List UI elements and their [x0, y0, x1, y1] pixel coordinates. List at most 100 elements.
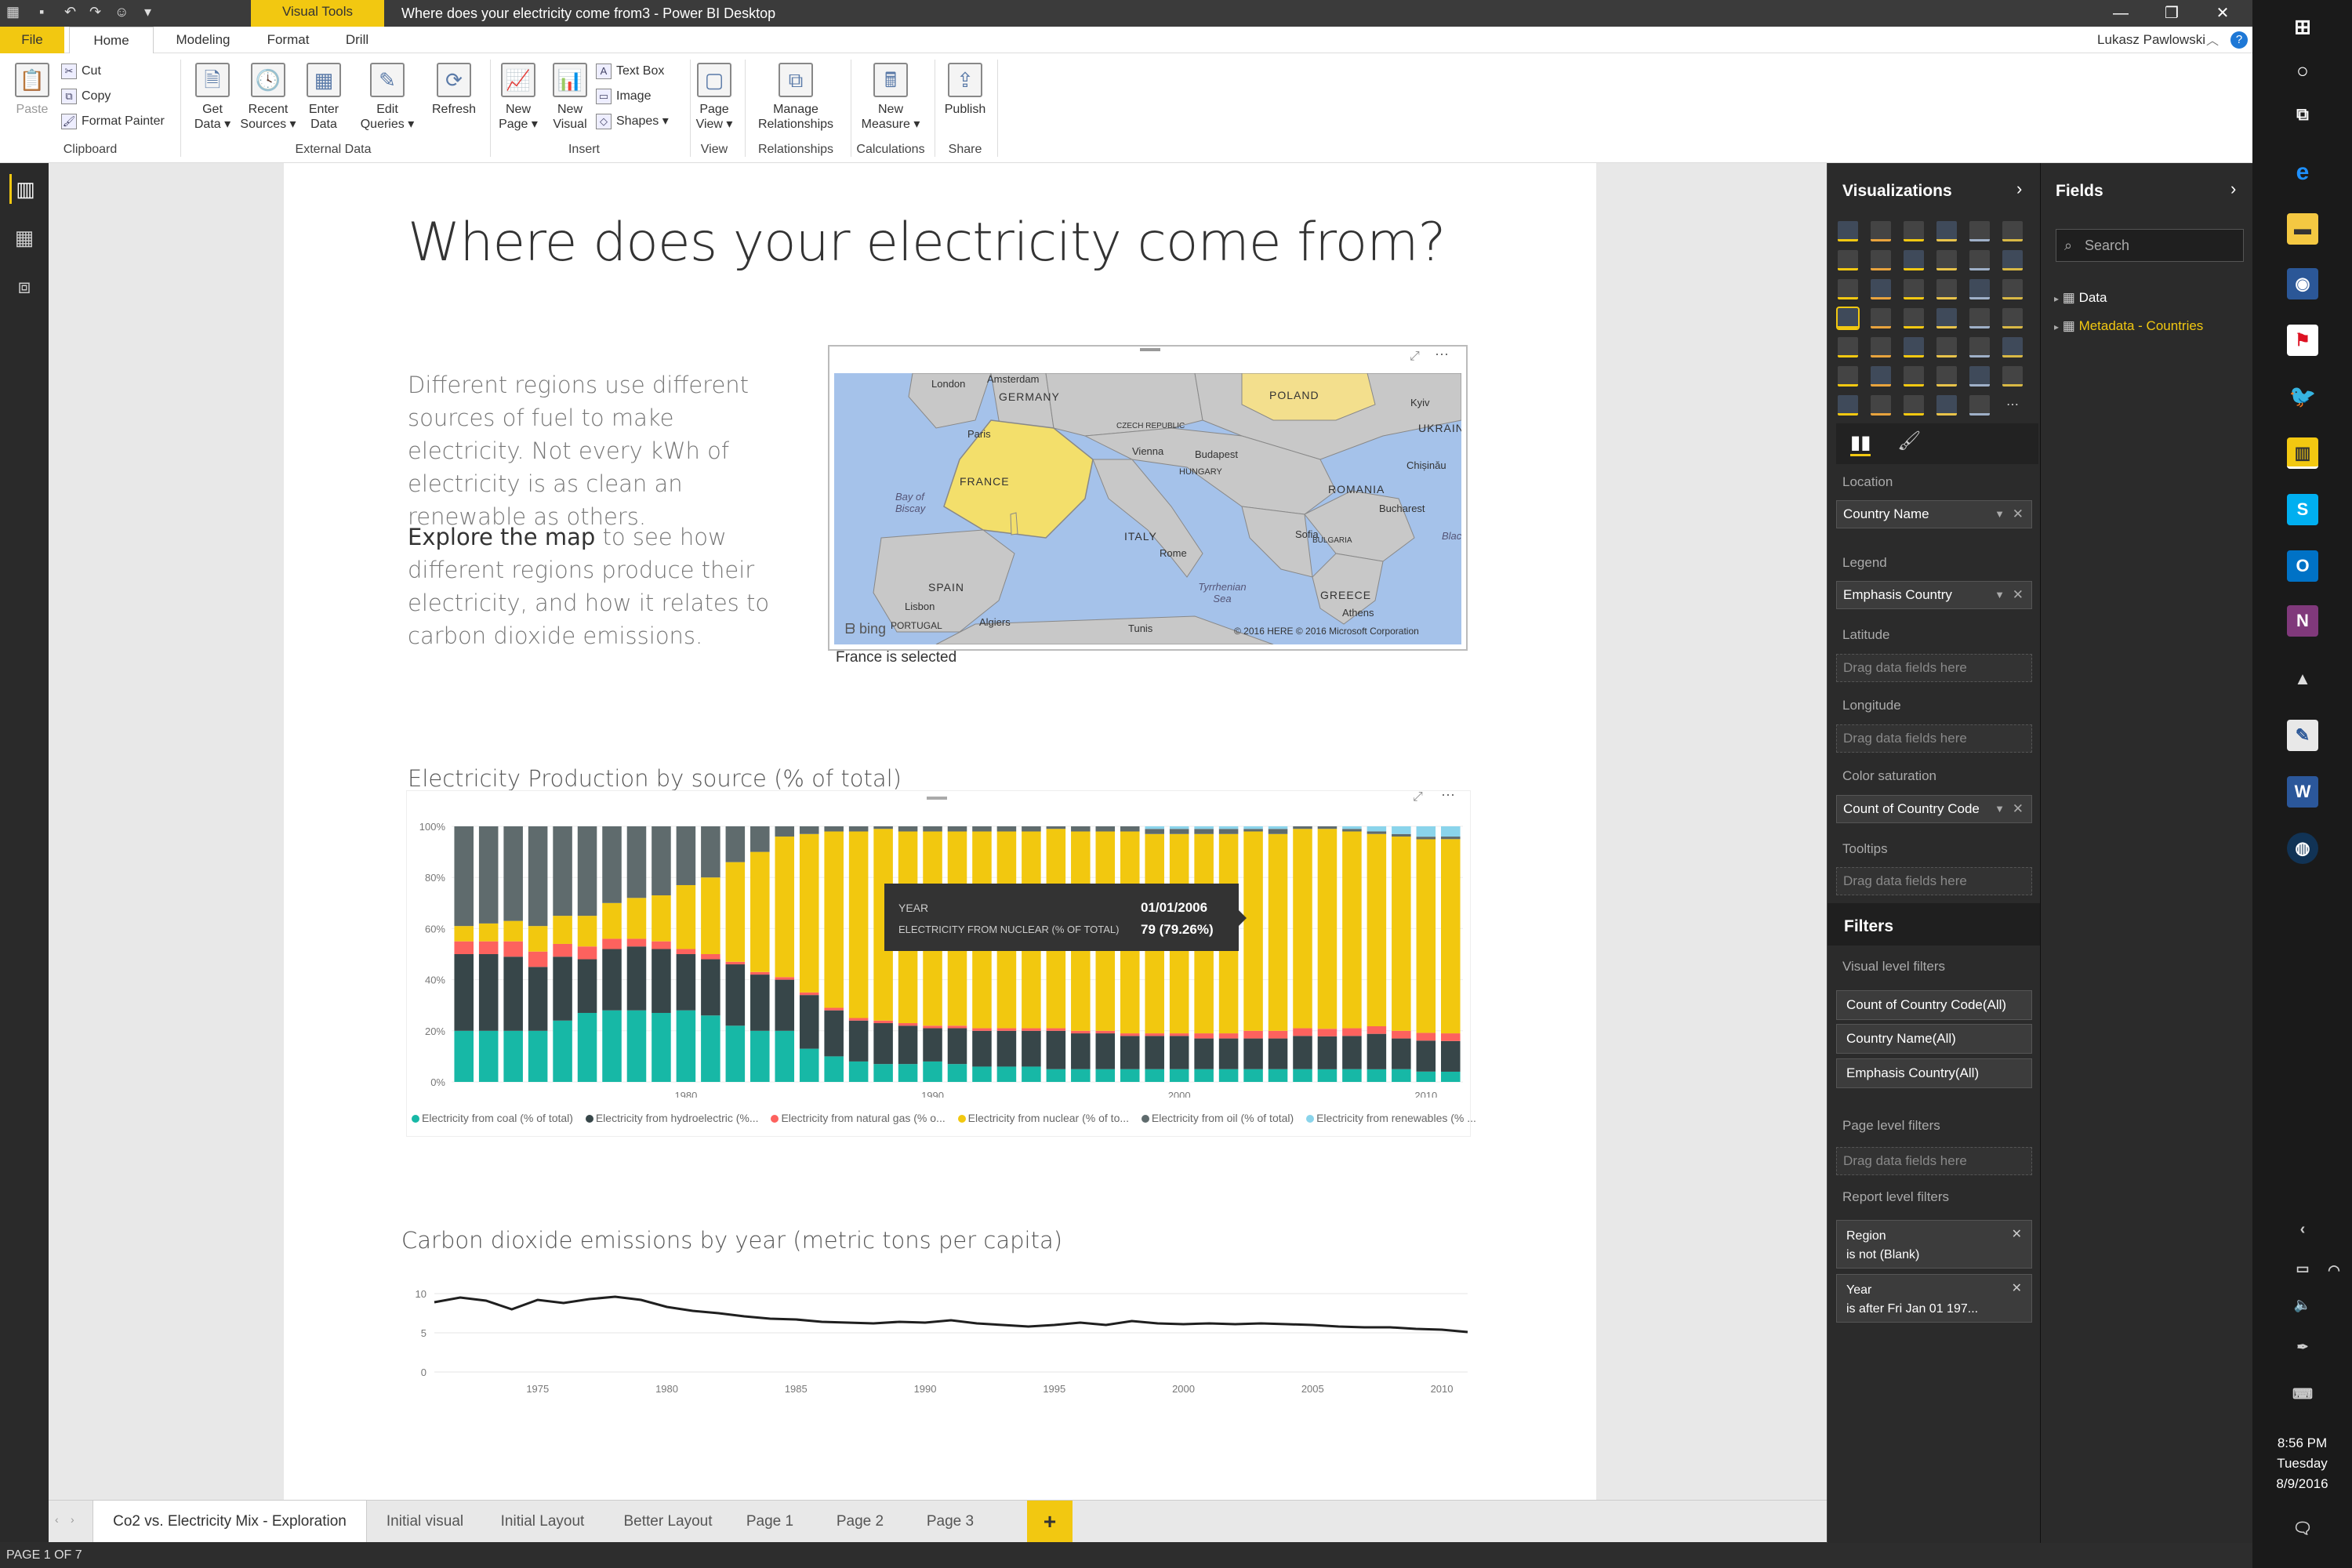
- page-view-button[interactable]: ▢ Page View ▾: [690, 63, 739, 132]
- page-tab-initial-layout[interactable]: Initial Layout: [484, 1501, 601, 1543]
- show-hidden-icons-icon[interactable]: ‹: [2287, 1214, 2318, 1245]
- manage-relationships-button[interactable]: ⧉ Manage Relationships: [753, 63, 839, 132]
- tab-drill[interactable]: Drill: [328, 27, 387, 53]
- chevron-down-icon[interactable]: ▼: [1994, 796, 2005, 822]
- visual-type-tile[interactable]: [1969, 279, 1990, 299]
- visual-type-tile[interactable]: [1838, 395, 1858, 416]
- visual-type-tile[interactable]: [1936, 308, 1957, 328]
- copy-button[interactable]: ⧉ Copy: [61, 88, 111, 105]
- visual-type-tile[interactable]: [2002, 337, 2023, 358]
- word-icon[interactable]: W: [2287, 776, 2318, 808]
- scroll-right-icon[interactable]: ›: [71, 1513, 74, 1526]
- remove-field-icon[interactable]: ✕: [2013, 582, 2024, 608]
- pen-icon[interactable]: ✒: [2287, 1331, 2318, 1363]
- field-table-metadata-countries[interactable]: ▸ ▦ Metadata - Countries: [2054, 318, 2203, 334]
- visual-type-tile[interactable]: [1936, 279, 1957, 299]
- add-page-button[interactable]: +: [1027, 1501, 1073, 1543]
- visual-type-tile[interactable]: [1836, 307, 1860, 330]
- visual-type-tile[interactable]: [1969, 221, 1990, 241]
- action-center-icon[interactable]: 🗨: [2287, 1513, 2318, 1544]
- page-tab-page-3[interactable]: Page 3: [911, 1501, 989, 1543]
- filter-year[interactable]: Year is after Fri Jan 01 197... ✕: [1836, 1274, 2032, 1323]
- page-tab-initial-visual[interactable]: Initial visual: [370, 1501, 480, 1543]
- visual-type-tile[interactable]: [1871, 221, 1891, 241]
- edit-queries-button[interactable]: ✎ Edit Queries ▾: [359, 63, 416, 132]
- collapse-ribbon-icon[interactable]: ︿: [2206, 30, 2219, 49]
- collapse-fields-icon[interactable]: ›: [2230, 179, 2236, 199]
- image-button[interactable]: ▭ Image: [596, 88, 651, 105]
- edge-browser-icon[interactable]: e: [2287, 157, 2318, 188]
- visual-type-tile[interactable]: [2002, 250, 2023, 270]
- legend-item[interactable]: Electricity from renewables (% ...: [1306, 1112, 1476, 1124]
- visual-type-tile[interactable]: [1871, 279, 1891, 299]
- visual-type-tile[interactable]: [1838, 221, 1858, 241]
- smiley-feedback-icon[interactable]: ☺: [114, 4, 129, 20]
- visual-type-tile[interactable]: [1936, 395, 1957, 416]
- visual-type-tile[interactable]: [1904, 221, 1924, 241]
- visual-type-tile[interactable]: [1838, 250, 1858, 270]
- outlook-icon[interactable]: ◉: [2287, 268, 2318, 299]
- format-paintroller-icon[interactable]: 🖌: [1897, 430, 1921, 452]
- visual-type-tile[interactable]: [1936, 221, 1957, 241]
- remove-field-icon[interactable]: ✕: [2013, 796, 2024, 822]
- visual-type-tile[interactable]: [1969, 337, 1990, 358]
- visual-type-tile[interactable]: [1936, 366, 1957, 387]
- visual-type-tile[interactable]: [1871, 395, 1891, 416]
- tab-modeling[interactable]: Modeling: [161, 27, 245, 53]
- visual-type-tile[interactable]: [1871, 337, 1891, 358]
- focus-mode-icon[interactable]: ⤢: [1410, 350, 1420, 364]
- legend-well[interactable]: Emphasis Country ▼ ✕: [1836, 581, 2032, 609]
- legend-item[interactable]: Electricity from coal (% of total): [412, 1112, 573, 1124]
- fields-well-icon[interactable]: ▮▮: [1850, 431, 1871, 456]
- collapse-visualizations-icon[interactable]: ›: [2016, 179, 2022, 199]
- visual-type-tile[interactable]: [1904, 395, 1924, 416]
- visual-type-tile[interactable]: [2002, 279, 2023, 299]
- publish-button[interactable]: ⇪ Publish: [939, 63, 991, 117]
- refresh-button[interactable]: ⟳ Refresh: [426, 63, 481, 117]
- volume-icon[interactable]: 🔈: [2287, 1289, 2318, 1320]
- visual-type-tile[interactable]: [1904, 337, 1924, 358]
- filter-count-country-code[interactable]: Count of Country Code(All): [1836, 990, 2032, 1020]
- visual-type-tile[interactable]: [1936, 250, 1957, 270]
- tab-home[interactable]: Home: [69, 27, 154, 53]
- legend-item[interactable]: Electricity from nuclear (% of to...: [957, 1112, 1129, 1124]
- focus-mode-icon[interactable]: ⤢: [1413, 790, 1423, 804]
- visual-type-tile[interactable]: [1904, 308, 1924, 328]
- keyboard-icon[interactable]: ⌨: [2287, 1378, 2318, 1410]
- data-view-icon[interactable]: ▦: [9, 223, 39, 252]
- visual-type-tile[interactable]: [1904, 366, 1924, 387]
- save-icon[interactable]: ▪: [39, 4, 44, 20]
- color-saturation-well[interactable]: Count of Country Code ▼ ✕: [1836, 795, 2032, 823]
- visual-type-tile[interactable]: [1838, 279, 1858, 299]
- electricity-stacked-bar-chart[interactable]: 0% 20% 40% 60% 80% 100% 1980 1990 2000 2010: [406, 808, 1471, 1098]
- enter-data-button[interactable]: ▦ Enter Data: [299, 63, 348, 132]
- filter-emphasis-country[interactable]: Emphasis Country(All): [1836, 1058, 2032, 1088]
- legend-item[interactable]: Electricity from hydroelectric (%...: [585, 1112, 759, 1124]
- visual-type-tile[interactable]: [1838, 366, 1858, 387]
- cortana-icon[interactable]: ○: [2287, 55, 2318, 86]
- page-level-filters-well[interactable]: Drag data fields here: [1836, 1147, 2032, 1175]
- field-table-data[interactable]: ▸ ▦ Data: [2054, 290, 2107, 306]
- drag-handle-icon[interactable]: [927, 797, 947, 800]
- visual-type-tile[interactable]: [1871, 366, 1891, 387]
- app-icon[interactable]: ◍: [2287, 833, 2318, 864]
- expand-chevron-icon[interactable]: ▸: [2054, 321, 2059, 332]
- skype-icon[interactable]: S: [2287, 494, 2318, 525]
- page-tab-better-layout[interactable]: Better Layout: [609, 1501, 727, 1543]
- visual-type-tile[interactable]: [1969, 395, 1990, 416]
- taskbar-clock[interactable]: 8:56 PM Tuesday 8/9/2016: [2252, 1433, 2352, 1494]
- task-view-icon[interactable]: ⧉: [2287, 99, 2318, 130]
- new-measure-button[interactable]: 🖩 New Measure ▾: [855, 63, 927, 132]
- fields-search-input[interactable]: ⌕ Search: [2056, 229, 2244, 262]
- redo-icon[interactable]: ↷: [89, 4, 101, 20]
- chevron-down-icon[interactable]: ▼: [1994, 582, 2005, 608]
- acrobat-icon[interactable]: ⚑: [2287, 325, 2318, 356]
- close-button[interactable]: ✕: [2195, 0, 2250, 27]
- relationships-view-icon[interactable]: ⧈: [9, 271, 39, 301]
- visual-type-tile[interactable]: [1969, 366, 1990, 387]
- minimize-button[interactable]: —: [2093, 0, 2148, 27]
- photos-icon[interactable]: ▲: [2287, 663, 2318, 695]
- undo-icon[interactable]: ↶: [64, 4, 76, 20]
- power-bi-taskbar-icon[interactable]: ▥: [2287, 437, 2318, 469]
- scroll-left-icon[interactable]: ‹: [55, 1513, 59, 1526]
